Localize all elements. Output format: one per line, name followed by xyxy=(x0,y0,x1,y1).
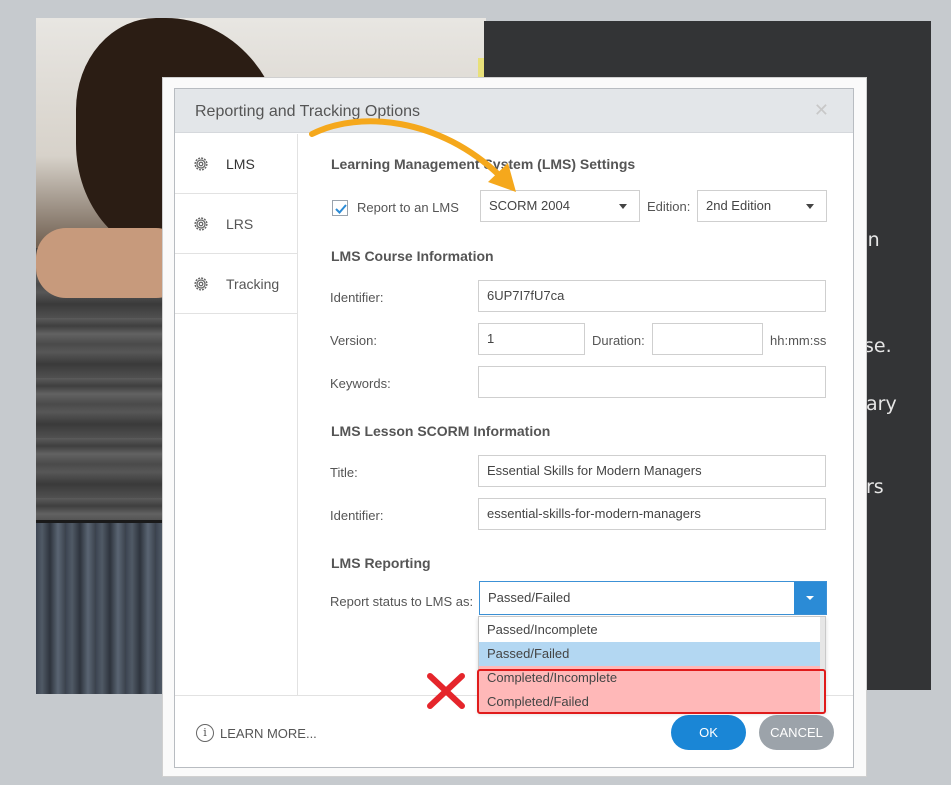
keywords-label: Keywords: xyxy=(330,376,391,391)
lesson-identifier-label: Identifier: xyxy=(330,508,384,523)
ok-button[interactable]: OK xyxy=(671,715,746,750)
edition-label: Edition: xyxy=(647,199,691,214)
lesson-info-heading: LMS Lesson SCORM Information xyxy=(331,423,551,439)
sidebar-item-label: LRS xyxy=(226,215,254,232)
chevron-down-icon[interactable] xyxy=(794,582,826,614)
chevron-down-icon xyxy=(619,204,627,209)
lms-reporting-heading: LMS Reporting xyxy=(331,555,431,571)
invalid-options-highlight xyxy=(477,669,826,714)
report-to-lms-checkbox[interactable] xyxy=(332,200,348,216)
slide-text-line: rs xyxy=(866,476,884,498)
slide-text-line: ary xyxy=(866,393,897,415)
cancel-button[interactable]: CANCEL xyxy=(759,715,834,750)
lesson-identifier-input[interactable]: essential-skills-for-modern-managers xyxy=(478,498,826,530)
lesson-title-label: Title: xyxy=(330,465,358,480)
version-input[interactable]: 1 xyxy=(478,323,585,355)
duration-unit-label: hh:mm:ss xyxy=(770,333,827,348)
report-status-label: Report status to LMS as: xyxy=(330,594,474,609)
lesson-title-input[interactable]: Essential Skills for Modern Managers xyxy=(478,455,826,487)
gear-icon xyxy=(194,156,208,171)
report-status-select[interactable]: Passed/Failed xyxy=(479,581,827,615)
gear-icon xyxy=(194,276,208,291)
learn-more-label: LEARN MORE... xyxy=(220,725,317,741)
dropdown-option-selected[interactable]: Passed/Failed xyxy=(479,642,821,666)
report-status-value: Passed/Failed xyxy=(488,590,571,605)
learn-more-link[interactable]: i LEARN MORE... xyxy=(196,724,317,742)
sidebar: LMS LRS Tracking xyxy=(175,134,298,695)
info-icon: i xyxy=(196,724,214,742)
sidebar-item-lms[interactable]: LMS xyxy=(175,134,297,194)
sidebar-item-tracking[interactable]: Tracking xyxy=(175,254,297,314)
keywords-input[interactable] xyxy=(478,366,826,398)
chevron-down-icon xyxy=(806,204,814,209)
course-identifier-input[interactable]: 6UP7I7fU7ca xyxy=(478,280,826,312)
dialog-titlebar: Reporting and Tracking Options ✕ xyxy=(175,89,853,133)
duration-input[interactable] xyxy=(652,323,763,355)
checkmark-icon xyxy=(335,204,347,214)
version-label: Version: xyxy=(330,333,377,348)
lms-standard-select[interactable]: SCORM 2004 xyxy=(480,190,640,222)
gear-icon xyxy=(194,216,208,231)
duration-label: Duration: xyxy=(592,333,645,348)
lms-settings-heading: Learning Management System (LMS) Setting… xyxy=(331,156,636,172)
report-to-lms-label: Report to an LMS xyxy=(357,200,459,215)
close-icon[interactable]: ✕ xyxy=(814,100,829,121)
edition-select[interactable]: 2nd Edition xyxy=(697,190,827,222)
sidebar-item-label: Tracking xyxy=(226,275,280,292)
sidebar-item-label: LMS xyxy=(226,155,255,172)
sidebar-item-lrs[interactable]: LRS xyxy=(175,194,297,254)
dropdown-option[interactable]: Passed/Incomplete xyxy=(479,618,821,642)
slide-text-line: se. xyxy=(864,335,892,357)
course-identifier-label: Identifier: xyxy=(330,290,384,305)
course-info-heading: LMS Course Information xyxy=(331,248,494,264)
edition-value: 2nd Edition xyxy=(706,198,772,213)
dialog-title: Reporting and Tracking Options xyxy=(195,103,421,120)
lms-standard-value: SCORM 2004 xyxy=(489,198,570,213)
